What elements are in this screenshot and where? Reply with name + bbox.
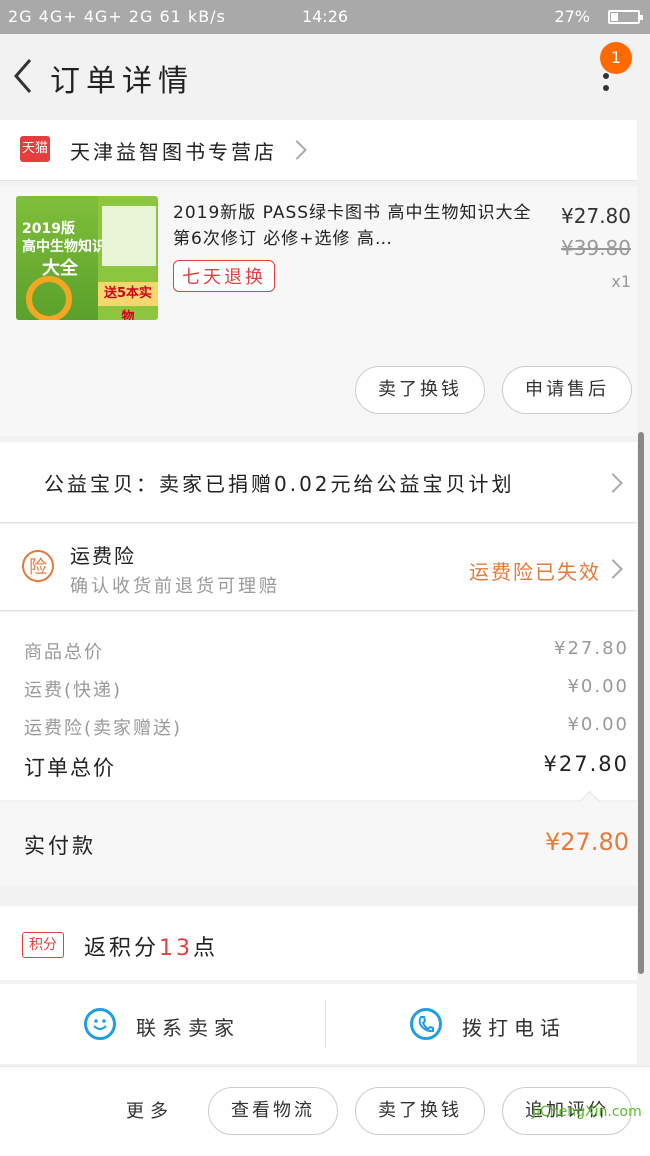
sell-button-bottom[interactable]: 卖了换钱 (355, 1087, 485, 1135)
product-image[interactable]: 2019版 高中生物知识 大全 送5本实物 (16, 196, 158, 320)
scrollbar[interactable] (638, 432, 644, 974)
shipping-insurance-row[interactable]: 险 运费险 确认收货前退货可理赔 运费险已失效 (0, 524, 637, 611)
charity-row[interactable]: 公益宝贝：卖家已捐赠0.02元给公益宝贝计划 (0, 442, 637, 523)
chevron-right-icon (603, 473, 623, 493)
watermark: JiChengXin.com (532, 1104, 642, 1120)
summary-label: 运费(快递) (24, 680, 123, 701)
product-price: ¥27.80 (561, 204, 631, 228)
paid-amount-row: 实付款 ¥27.80 (0, 790, 637, 886)
insurance-status: 运费险已失效 (469, 560, 601, 584)
clock: 14:26 (301, 7, 349, 26)
points-row: 积分 返积分13点 (0, 906, 637, 980)
cover-title-line1: 高中生物知识 (22, 239, 106, 255)
insurance-title: 运费险 (70, 544, 136, 568)
chevron-right-icon (603, 559, 623, 579)
summary-value: ¥27.80 (543, 752, 629, 776)
after-sales-button[interactable]: 申请售后 (502, 366, 632, 414)
chat-smile-icon[interactable] (84, 1008, 116, 1040)
summary-row-goods: 商品总价 ¥27.80 (24, 638, 629, 664)
sell-button[interactable]: 卖了换钱 (355, 366, 485, 414)
summary-row-shipping: 运费(快递) ¥0.00 (24, 676, 629, 702)
nav-bar: 订单详情 1 (0, 34, 650, 118)
summary-label: 商品总价 (24, 642, 104, 663)
summary-value: ¥0.00 (567, 676, 629, 697)
notification-badge: 1 (600, 42, 632, 74)
product-card[interactable]: 2019版 高中生物知识 大全 送5本实物 2019新版 PASS绿卡图书 高中… (0, 186, 637, 436)
page-title: 订单详情 (50, 64, 194, 99)
shop-row[interactable]: 天猫 天津益智图书专营店 (0, 120, 637, 181)
paid-label: 实付款 (24, 834, 96, 858)
battery-icon (608, 10, 643, 24)
contact-row: 联系卖家 拨打电话 (0, 984, 637, 1064)
view-logistics-button[interactable]: 查看物流 (208, 1087, 338, 1135)
points-icon: 积分 (22, 932, 64, 958)
insurance-icon: 险 (22, 550, 54, 582)
charity-text: 公益宝贝：卖家已捐赠0.02元给公益宝贝计划 (44, 472, 515, 496)
call-phone-button[interactable]: 拨打电话 (462, 1012, 566, 1041)
chevron-right-icon (287, 140, 307, 160)
summary-label: 运费险(卖家赠送) (24, 718, 183, 739)
back-arrow-icon[interactable] (10, 56, 38, 96)
shop-name: 天津益智图书专营店 (70, 140, 277, 164)
summary-value: ¥0.00 (567, 714, 629, 735)
contact-seller-button[interactable]: 联系卖家 (136, 1012, 240, 1041)
summary-label: 订单总价 (24, 756, 116, 780)
insurance-subtitle: 确认收货前退货可理赔 (70, 576, 280, 597)
cover-badge: 2019版 (22, 221, 75, 237)
product-title[interactable]: 2019新版 PASS绿卡图书 高中生物知识大全 第6次修订 必修+选修 高… (173, 200, 533, 252)
more-button[interactable]: 更多 (126, 1097, 174, 1123)
points-text: 返积分13点 (84, 936, 219, 961)
status-bar: 2G 4G+ 4G+ 2G 61 kB/s 14:26 27% (0, 0, 650, 34)
paid-value: ¥27.80 (545, 828, 629, 856)
price-summary: 商品总价 ¥27.80 运费(快递) ¥0.00 运费险(卖家赠送) ¥0.00… (0, 612, 637, 800)
phone-icon[interactable] (410, 1008, 442, 1040)
cover-promo: 送5本实物 (98, 282, 158, 320)
tmall-icon: 天猫 (20, 136, 50, 162)
battery-text: 27% (554, 7, 590, 26)
summary-row-total: 订单总价 ¥27.80 (24, 752, 629, 782)
product-original-price: ¥39.80 (561, 236, 631, 260)
seven-day-return-tag: 七天退换 (173, 260, 275, 292)
product-quantity: x1 (611, 272, 631, 291)
summary-value: ¥27.80 (554, 638, 629, 659)
summary-row-insurance: 运费险(卖家赠送) ¥0.00 (24, 714, 629, 740)
